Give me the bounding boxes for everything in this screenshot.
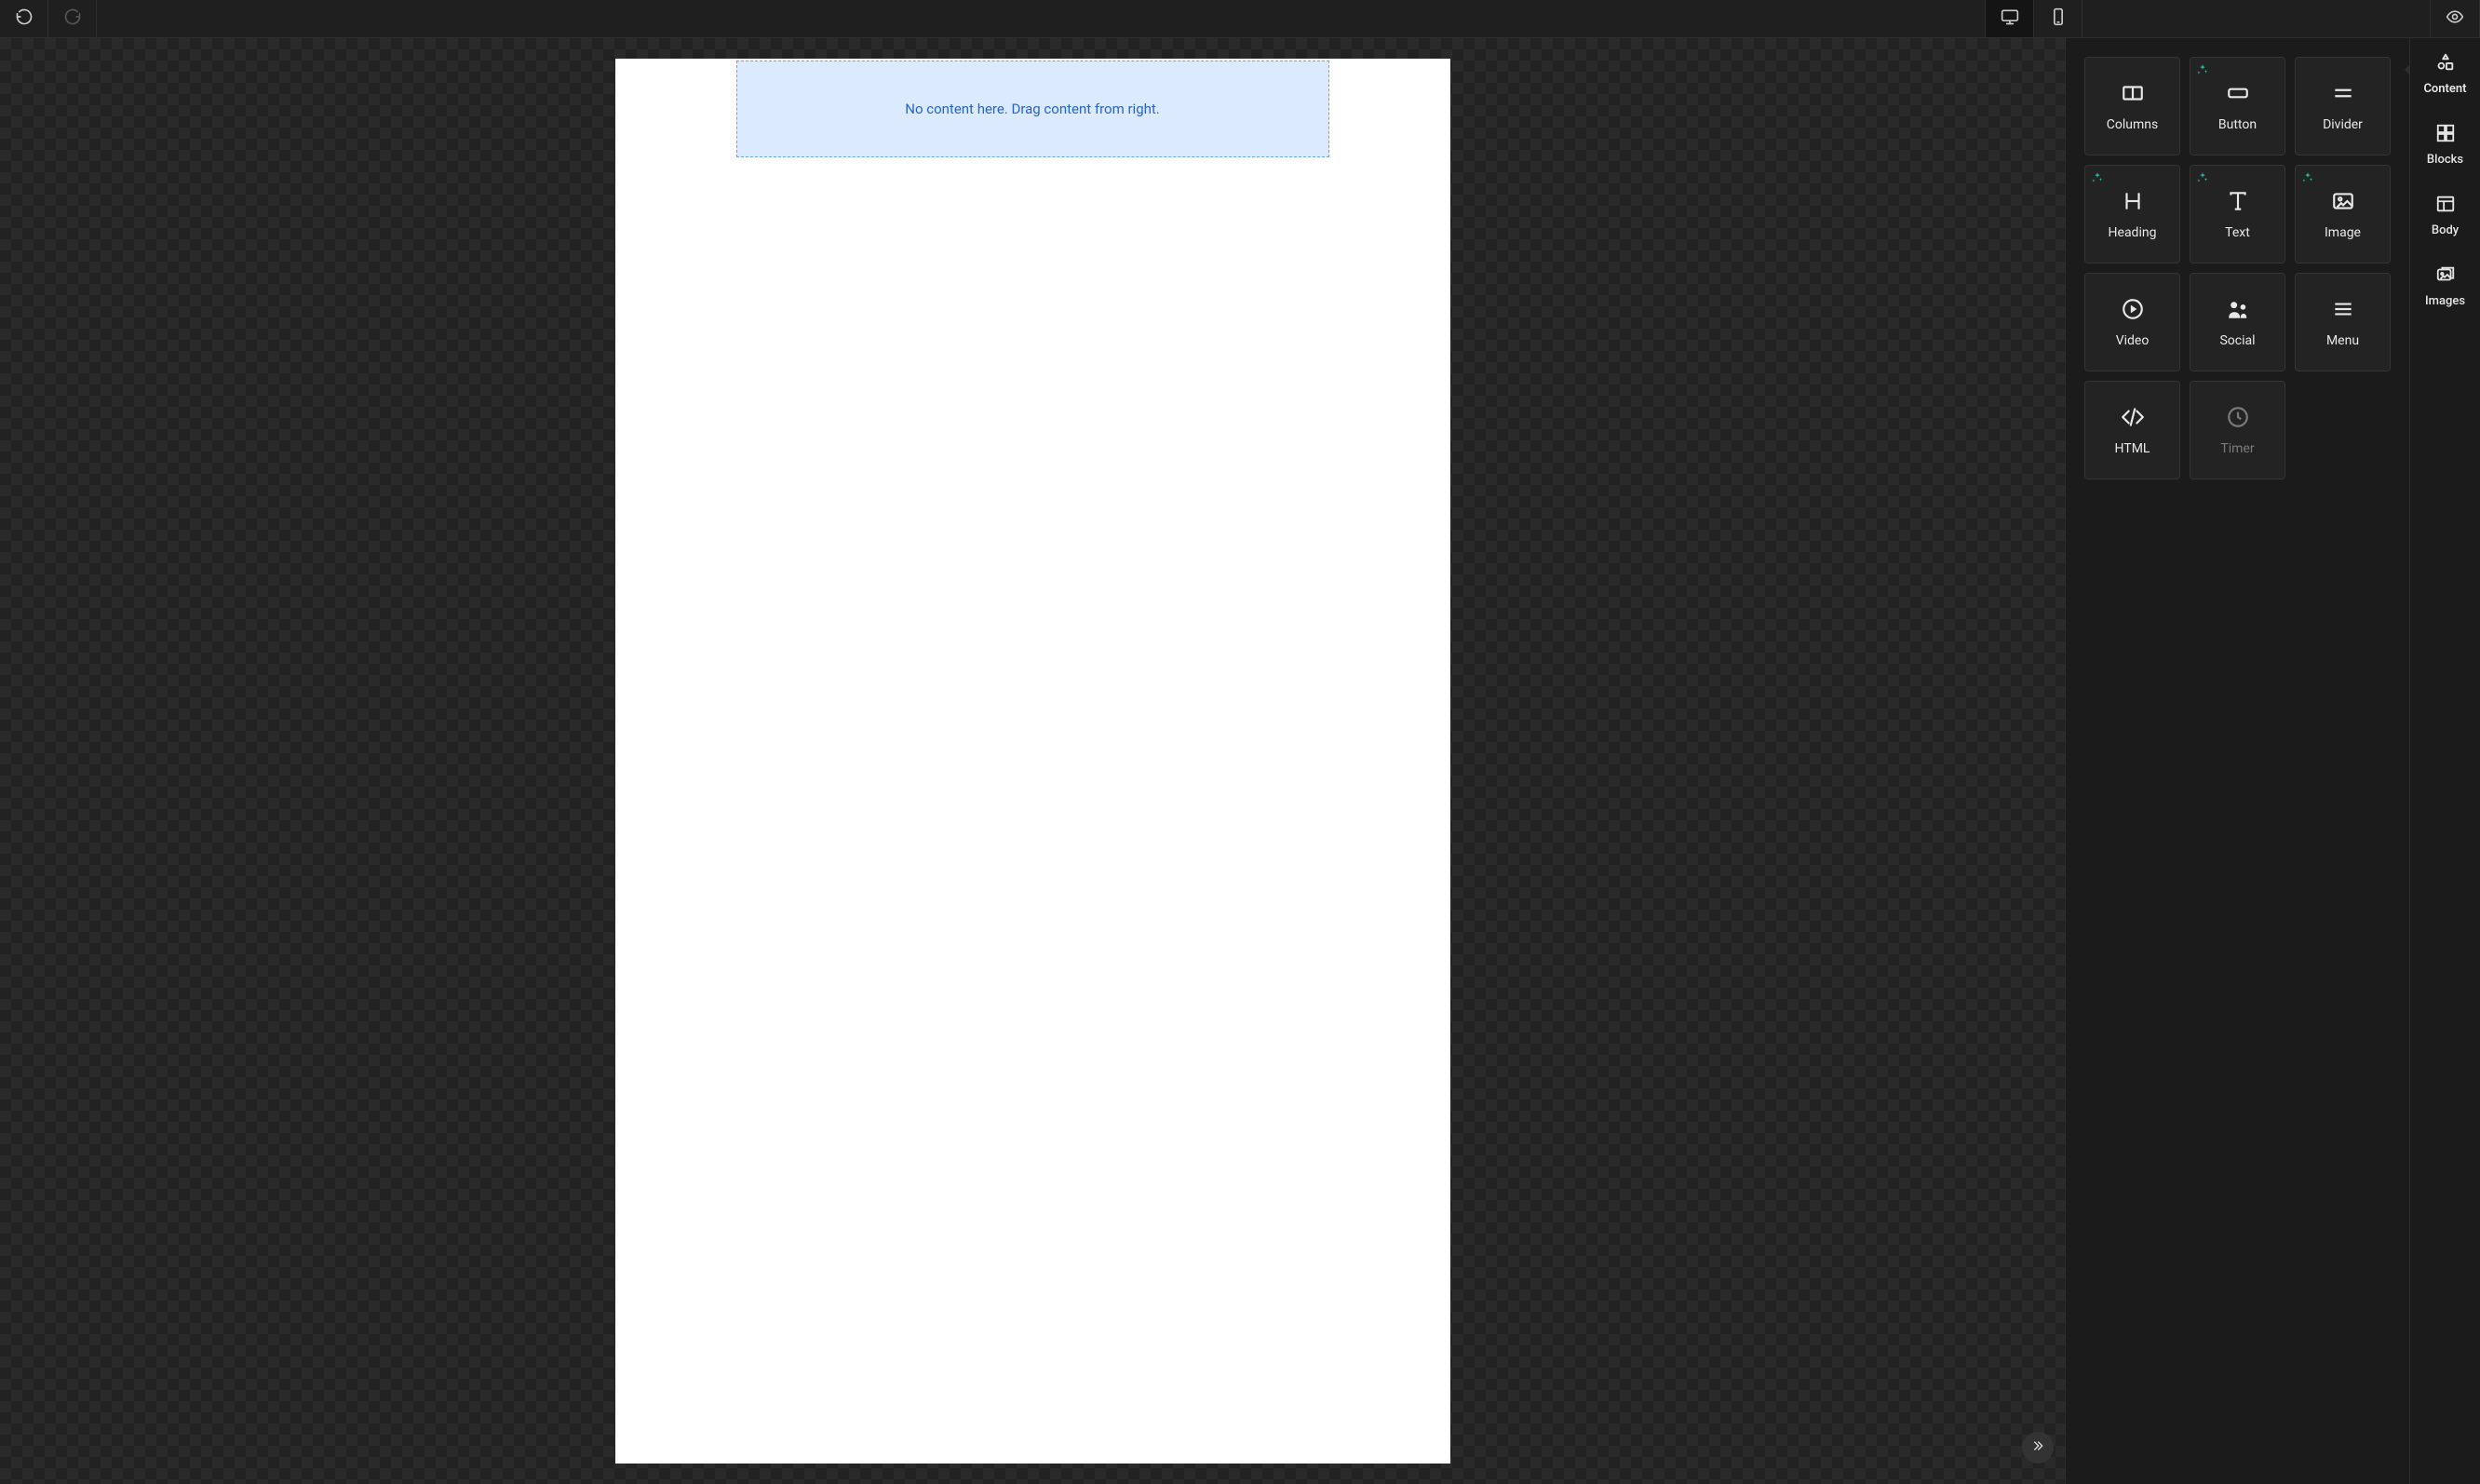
drop-zone-message: No content here. Drag content from right… [905, 101, 1160, 117]
button-icon [2225, 80, 2251, 106]
block-label: Columns [2107, 117, 2158, 132]
block-timer[interactable]: Timer [2190, 381, 2285, 479]
content-blocks-panel: Columns Button Divider [2065, 38, 2409, 1484]
block-label: Image [2325, 225, 2361, 240]
collapse-right-panel-button[interactable] [2022, 1432, 2054, 1464]
block-heading[interactable]: Heading [2084, 165, 2180, 263]
menu-icon [2330, 296, 2356, 322]
body-tab-icon [2435, 194, 2456, 218]
block-menu[interactable]: Menu [2295, 273, 2391, 371]
chevrons-right-icon [2030, 1438, 2045, 1457]
tab-content[interactable]: Content [2410, 38, 2480, 109]
columns-icon [2120, 80, 2146, 106]
block-label: Heading [2109, 225, 2157, 240]
toolbar-spacer-left [97, 0, 1986, 37]
undo-button[interactable] [0, 0, 48, 37]
block-divider[interactable]: Divider [2295, 57, 2391, 155]
email-canvas[interactable]: No content here. Drag content from right… [615, 59, 1450, 1464]
redo-icon [63, 7, 82, 30]
empty-drop-zone[interactable]: No content here. Drag content from right… [736, 61, 1329, 157]
tab-body[interactable]: Body [2410, 180, 2480, 250]
mobile-icon [2049, 7, 2068, 30]
sparkle-icon [2301, 171, 2314, 184]
right-sidebar-tabs: Content Blocks Body Images [2409, 38, 2480, 1484]
block-label: Video [2116, 333, 2150, 348]
block-social[interactable]: Social [2190, 273, 2285, 371]
sparkle-icon [2196, 171, 2209, 184]
desktop-view-button[interactable] [1986, 0, 2034, 37]
toolbar-spacer-right [2082, 0, 2431, 37]
image-icon [2330, 188, 2356, 214]
sparkle-icon [2091, 171, 2104, 184]
right-panels: Columns Button Divider [2065, 38, 2480, 1484]
eye-icon [2446, 7, 2464, 30]
block-text[interactable]: Text [2190, 165, 2285, 263]
sparkle-icon [2196, 63, 2209, 76]
top-toolbar [0, 0, 2480, 38]
block-video[interactable]: Video [2084, 273, 2180, 371]
block-label: Social [2219, 333, 2255, 348]
block-html[interactable]: HTML [2084, 381, 2180, 479]
tab-label: Blocks [2427, 153, 2463, 167]
content-blocks-grid: Columns Button Divider [2084, 57, 2391, 479]
text-icon [2225, 188, 2251, 214]
undo-icon [15, 7, 34, 30]
block-label: Button [2218, 117, 2257, 132]
tab-images[interactable]: Images [2410, 250, 2480, 321]
tab-blocks[interactable]: Blocks [2410, 109, 2480, 180]
block-label: Menu [2326, 333, 2359, 348]
divider-icon [2330, 80, 2356, 106]
heading-icon [2120, 188, 2146, 214]
block-label: Divider [2323, 117, 2363, 132]
block-button[interactable]: Button [2190, 57, 2285, 155]
redo-button[interactable] [48, 0, 97, 37]
timer-icon [2225, 404, 2251, 430]
video-icon [2120, 296, 2146, 322]
tab-label: Content [2423, 82, 2466, 96]
editor-workspace: No content here. Drag content from right… [0, 38, 2065, 1484]
content-tab-icon [2435, 52, 2456, 76]
preview-button[interactable] [2431, 0, 2479, 37]
block-image[interactable]: Image [2295, 165, 2391, 263]
block-label: Timer [2220, 441, 2254, 456]
mobile-view-button[interactable] [2034, 0, 2082, 37]
block-label: HTML [2115, 441, 2150, 456]
desktop-icon [2001, 7, 2019, 30]
block-columns[interactable]: Columns [2084, 57, 2180, 155]
social-icon [2225, 296, 2251, 322]
html-icon [2120, 404, 2146, 430]
main-area: No content here. Drag content from right… [0, 38, 2480, 1484]
block-label: Text [2225, 225, 2250, 240]
images-tab-icon [2435, 264, 2456, 289]
tab-label: Images [2425, 294, 2465, 308]
blocks-tab-icon [2435, 123, 2456, 147]
tab-label: Body [2432, 223, 2459, 237]
